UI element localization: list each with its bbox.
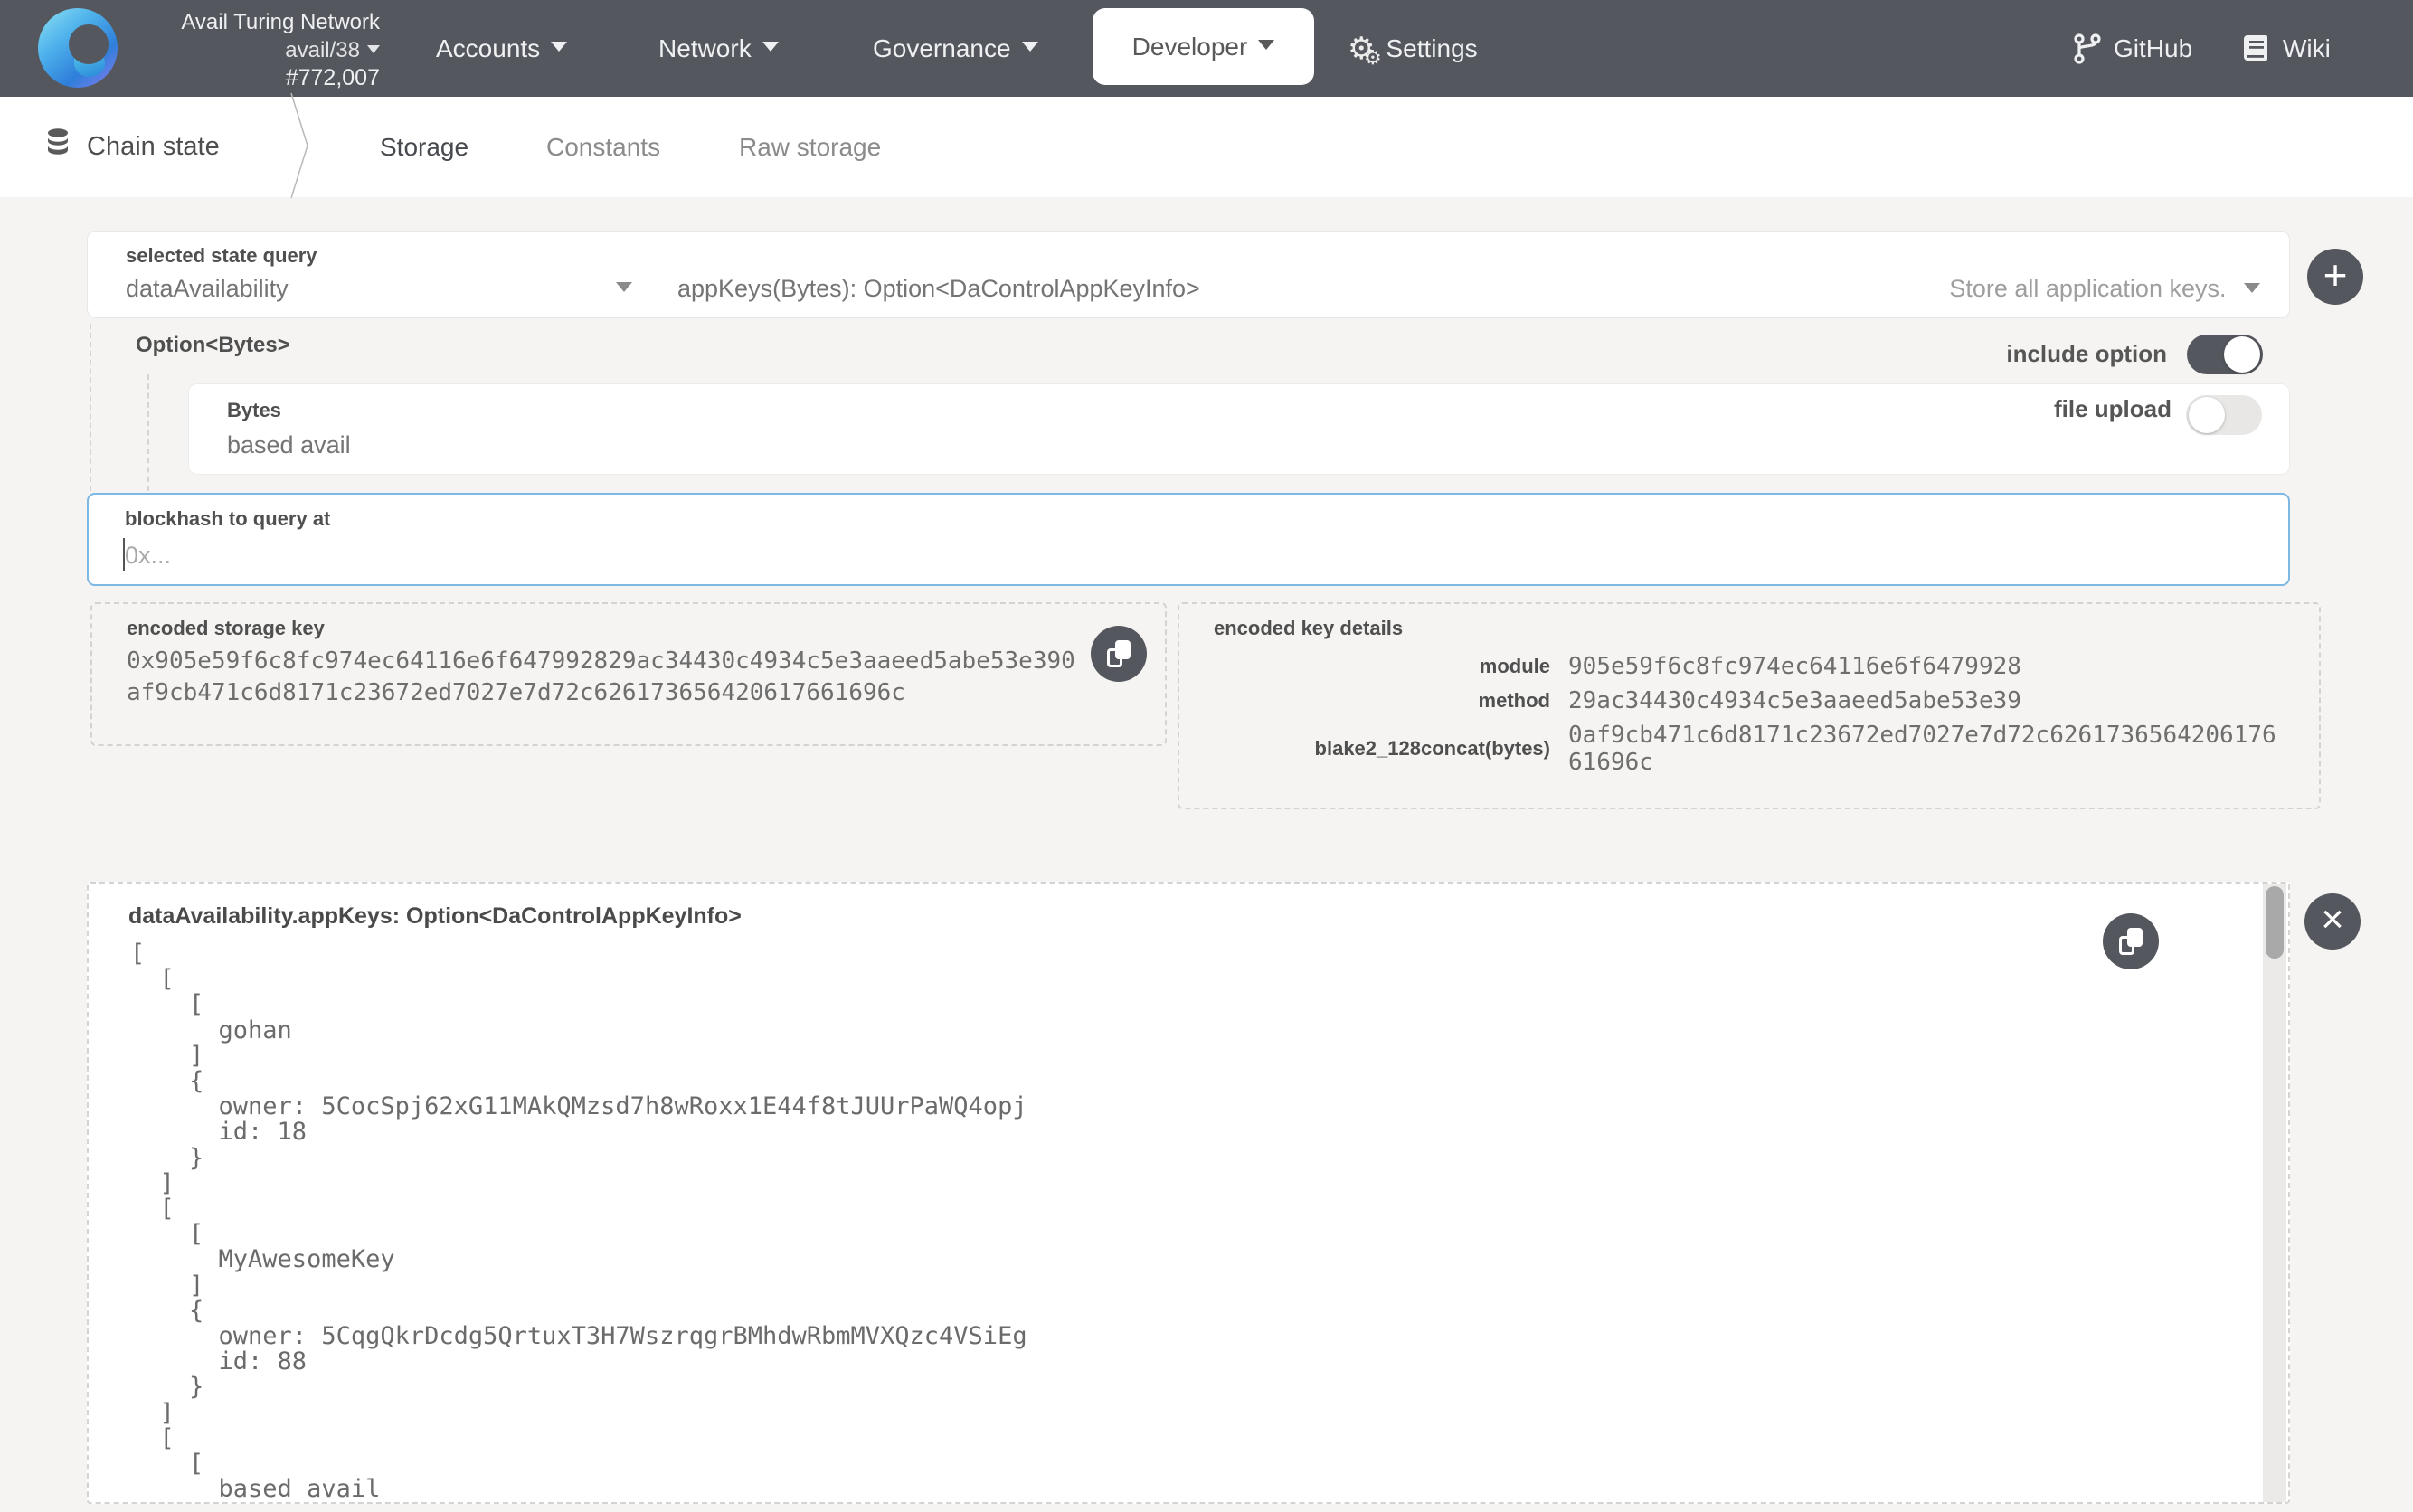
bytes-field-label: Bytes bbox=[227, 399, 281, 422]
key-hex-line: af9cb471c6d8171c23672ed7027e7d72c6261736… bbox=[127, 677, 1158, 709]
block-number: #772,007 bbox=[136, 64, 380, 92]
results-scrollbar[interactable] bbox=[2263, 884, 2286, 1502]
key-hex-line: 0x905e59f6c8fc974ec64116e6f647992829ac34… bbox=[127, 646, 1158, 677]
blockhash-field: blockhash to query at 0x... bbox=[87, 493, 2290, 586]
method-description[interactable]: Store all application keys. bbox=[1949, 275, 2260, 303]
chevron-down-icon bbox=[762, 42, 779, 52]
copy-result-button[interactable] bbox=[2103, 913, 2159, 969]
blake2-value: 0af9cb471c6d8171c23672ed7027e7d72c626173… bbox=[1568, 722, 2290, 776]
menu-governance[interactable]: Governance bbox=[873, 0, 1038, 97]
menu-network-label: Network bbox=[658, 34, 752, 63]
chain-spec: avail/38 bbox=[136, 36, 380, 64]
query-results-title: dataAvailability.appKeys: Option<DaContr… bbox=[128, 903, 742, 930]
indent-guide bbox=[147, 374, 149, 491]
wiki-link-label: Wiki bbox=[2283, 34, 2331, 63]
gears-icon: ⚙⚙ bbox=[1348, 33, 1375, 64]
chevron-down-icon bbox=[1258, 40, 1274, 50]
section-tabbar: Chain state Storage Constants Raw storag… bbox=[0, 97, 2413, 197]
include-option-toggle[interactable] bbox=[2187, 335, 2263, 374]
network-name: Avail Turing Network bbox=[136, 9, 380, 36]
method-value: 29ac34430c4934c5e3aaeed5abe53e39 bbox=[1568, 687, 2290, 714]
wiki-link[interactable]: Wiki bbox=[2242, 0, 2331, 97]
module-label: module bbox=[1214, 655, 1550, 678]
method-description-text: Store all application keys. bbox=[1949, 275, 2226, 302]
chevron-down-icon bbox=[1022, 42, 1038, 52]
bytes-param-box: Bytes based avail file upload bbox=[188, 383, 2290, 475]
method-select[interactable]: appKeys(Bytes): Option<DaControlAppKeyIn… bbox=[677, 275, 1200, 303]
blake2-value-line: 61696c bbox=[1568, 749, 2290, 776]
add-query-button[interactable] bbox=[2307, 249, 2363, 305]
breadcrumb-chevron-icon bbox=[288, 88, 311, 203]
avail-logo-icon[interactable] bbox=[38, 8, 118, 88]
blake2-label: blake2_128concat(bytes) bbox=[1214, 737, 1550, 761]
copy-icon bbox=[2119, 928, 2143, 955]
pallet-select[interactable]: dataAvailability bbox=[126, 275, 632, 303]
chevron-down-icon bbox=[616, 282, 632, 292]
encoded-storage-key-value: 0x905e59f6c8fc974ec64116e6f647992829ac34… bbox=[127, 646, 1158, 709]
section-label: Chain state bbox=[87, 132, 220, 162]
file-upload-label: file upload bbox=[2054, 395, 2172, 423]
close-result-button[interactable] bbox=[2304, 893, 2361, 950]
module-value: 905e59f6c8fc974ec64116e6f6479928 bbox=[1568, 653, 2290, 680]
state-query-label: selected state query bbox=[126, 244, 317, 268]
tab-storage[interactable]: Storage bbox=[380, 97, 468, 197]
tab-constants[interactable]: Constants bbox=[546, 97, 660, 197]
code-fork-icon bbox=[2073, 33, 2102, 65]
menu-developer-label: Developer bbox=[1132, 33, 1248, 61]
blockhash-input[interactable]: 0x... bbox=[125, 542, 171, 570]
top-navbar: Avail Turing Network avail/38 #772,007 A… bbox=[0, 0, 2413, 97]
blake2-value-line: 0af9cb471c6d8171c23672ed7027e7d72c626173… bbox=[1568, 722, 2290, 749]
file-upload-toggle[interactable] bbox=[2186, 395, 2262, 435]
database-icon bbox=[43, 128, 72, 167]
results-output: [ [ [ gohan ] { owner: 5CocSpj62xG11MAkQ… bbox=[130, 941, 1027, 1504]
encoded-key-details-grid: module 905e59f6c8fc974ec64116e6f6479928 … bbox=[1214, 653, 2290, 776]
toggle-knob bbox=[2224, 336, 2260, 373]
menu-developer[interactable]: Developer bbox=[1093, 8, 1314, 85]
book-icon bbox=[2242, 33, 2271, 64]
chevron-down-icon bbox=[2244, 283, 2260, 293]
toggle-knob bbox=[2189, 397, 2225, 433]
network-info[interactable]: Avail Turing Network avail/38 #772,007 bbox=[136, 9, 380, 92]
indent-guide bbox=[90, 324, 91, 491]
menu-settings[interactable]: ⚙⚙ Settings bbox=[1348, 0, 1478, 97]
app-root: Avail Turing Network avail/38 #772,007 A… bbox=[0, 0, 2413, 1512]
tab-raw-storage[interactable]: Raw storage bbox=[739, 97, 881, 197]
state-query-box: selected state query dataAvailability ap… bbox=[87, 231, 2290, 318]
menu-accounts[interactable]: Accounts bbox=[436, 0, 567, 97]
chevron-down-icon bbox=[367, 45, 380, 53]
encoded-key-details-box: encoded key details module 905e59f6c8fc9… bbox=[1178, 602, 2321, 809]
encoded-storage-key-label: encoded storage key bbox=[127, 617, 325, 640]
menu-network[interactable]: Network bbox=[658, 0, 779, 97]
menu-settings-label: Settings bbox=[1386, 34, 1477, 63]
encoded-key-details-label: encoded key details bbox=[1214, 617, 1403, 640]
encoded-storage-key-box: encoded storage key 0x905e59f6c8fc974ec6… bbox=[90, 602, 1167, 746]
copy-icon bbox=[1107, 640, 1131, 667]
menu-governance-label: Governance bbox=[873, 34, 1011, 63]
chevron-down-icon bbox=[551, 42, 567, 52]
github-link-label: GitHub bbox=[2114, 34, 2192, 63]
copy-storage-key-button[interactable] bbox=[1091, 626, 1147, 682]
github-link[interactable]: GitHub bbox=[2073, 0, 2192, 97]
scrollbar-thumb[interactable] bbox=[2266, 886, 2284, 959]
bytes-field-input[interactable]: based avail bbox=[227, 431, 351, 459]
pallet-select-value: dataAvailability bbox=[126, 275, 289, 303]
include-option-label: include option bbox=[2006, 340, 2167, 368]
method-label: method bbox=[1214, 689, 1550, 713]
menu-accounts-label: Accounts bbox=[436, 34, 540, 63]
query-results-panel: dataAvailability.appKeys: Option<DaContr… bbox=[87, 882, 2290, 1504]
blockhash-label: blockhash to query at bbox=[125, 507, 330, 531]
param-type-label: Option<Bytes> bbox=[136, 333, 290, 358]
section-chain-state: Chain state bbox=[43, 97, 220, 197]
